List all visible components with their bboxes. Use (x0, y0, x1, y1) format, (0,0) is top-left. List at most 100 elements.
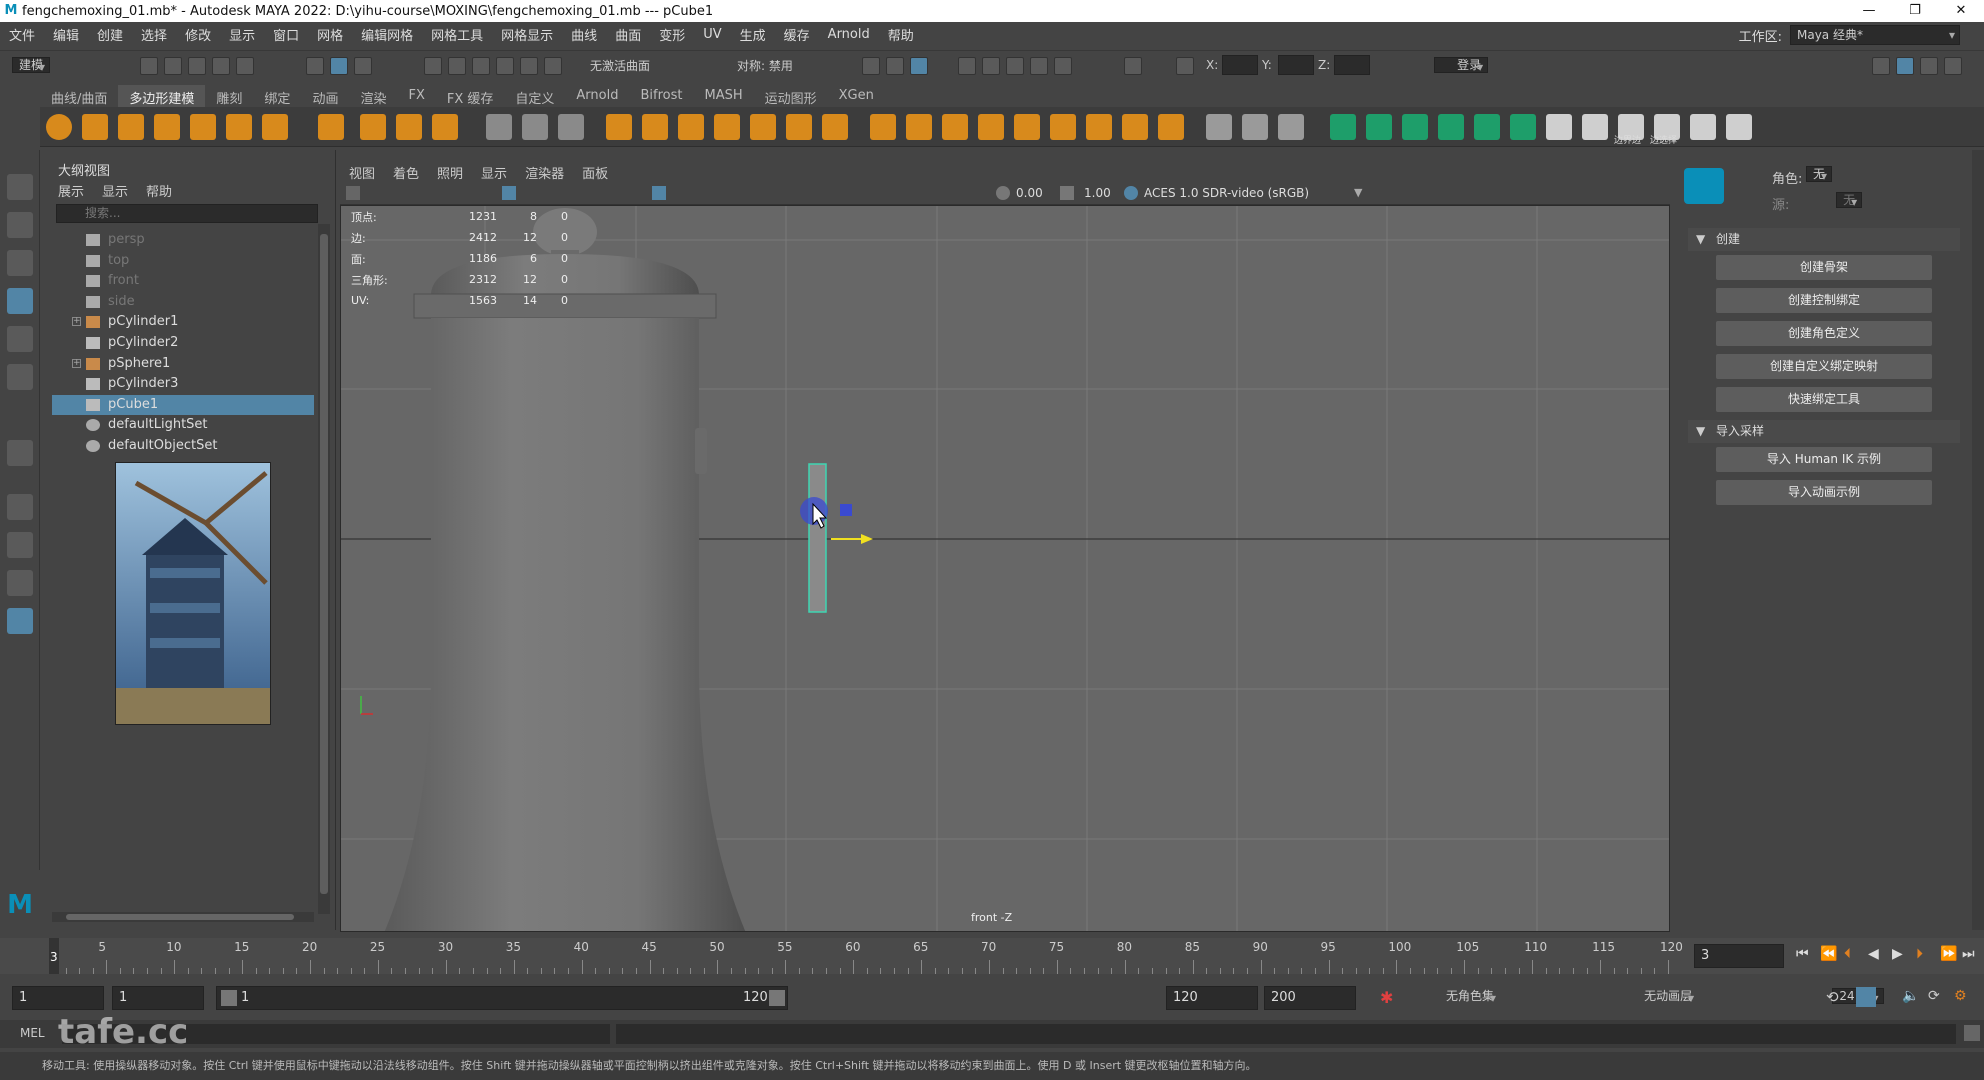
poly-torus-icon[interactable] (190, 114, 216, 140)
new-scene-icon[interactable] (140, 57, 158, 75)
character-set-dropdown[interactable]: 无角色集 (1440, 989, 1501, 1003)
uv-sew-icon[interactable] (1582, 114, 1608, 140)
shelf-tab-fx-cache[interactable]: FX 缓存 (436, 85, 505, 107)
undo-icon[interactable] (212, 57, 230, 75)
fill-hole-icon[interactable] (786, 114, 812, 140)
construction-history-icon[interactable] (862, 57, 880, 75)
shelf-tab-xgen[interactable]: XGen (828, 85, 885, 107)
viewport-menu-show[interactable]: 显示 (472, 161, 516, 183)
script-language-toggle[interactable]: MEL (20, 1026, 45, 1040)
poly-disc-icon[interactable] (262, 114, 288, 140)
section-header[interactable]: 创建 (1688, 228, 1960, 251)
poly-sphere-icon[interactable] (46, 114, 72, 140)
color-space-dropdown[interactable]: ACES 1.0 SDR-video (sRGB) (1144, 186, 1374, 200)
snap-point-icon[interactable] (472, 57, 490, 75)
menu-arnold[interactable]: Arnold (819, 27, 879, 42)
render-view-icon[interactable] (886, 57, 904, 75)
center-pivot-icon[interactable] (558, 114, 584, 140)
shelf-tab-fx[interactable]: FX (397, 85, 435, 107)
x-field[interactable] (1222, 55, 1258, 75)
outliner-item-side[interactable]: side (52, 292, 314, 312)
snap-grid-icon[interactable] (424, 57, 442, 75)
hik-button[interactable]: 导入动画示例 (1716, 480, 1932, 505)
smooth-icon[interactable] (678, 114, 704, 140)
viewport-menu-lighting[interactable]: 照明 (428, 161, 472, 183)
paint-select-icon[interactable] (7, 250, 33, 276)
transform-mode-icon[interactable] (1176, 57, 1194, 75)
menu-modify[interactable]: 修改 (176, 25, 220, 44)
outliner-menu-help[interactable]: 帮助 (146, 181, 172, 200)
poly-cone-icon[interactable] (154, 114, 180, 140)
menu-select[interactable]: 选择 (132, 25, 176, 44)
menu-set-dropdown[interactable]: 建模 (12, 57, 51, 73)
remesh-icon[interactable] (822, 114, 848, 140)
character-dropdown[interactable]: 无 (1806, 166, 1833, 182)
menu-display[interactable]: 显示 (220, 25, 264, 44)
live-surface-field[interactable]: 无激活曲面 (590, 57, 650, 74)
outliner-item-front[interactable]: front (52, 271, 314, 291)
exposure-icon[interactable] (996, 186, 1010, 200)
attribute-editor-icon[interactable] (1896, 57, 1914, 75)
loop-icon[interactable]: ⟲ (1826, 988, 1839, 1006)
outliner-item-persp[interactable]: persp (52, 230, 314, 250)
menu-uv[interactable]: UV (694, 27, 730, 42)
outliner-horizontal-scrollbar[interactable] (52, 912, 314, 922)
start-time-field[interactable]: 1 (12, 986, 104, 1010)
light-editor-icon[interactable] (1030, 57, 1048, 75)
outliner-item-defaultlightset[interactable]: defaultLightSet (52, 415, 314, 435)
merge-icon[interactable] (1086, 114, 1112, 140)
script-editor-icon[interactable] (1964, 1025, 1980, 1041)
freeze-transform-icon[interactable] (1726, 114, 1752, 140)
chamfer-icon[interactable] (1122, 114, 1148, 140)
outliner-item-psphere1[interactable]: + pSphere1 (52, 354, 314, 374)
quad-draw-icon[interactable] (1278, 114, 1304, 140)
four-view-icon[interactable] (7, 532, 33, 558)
circularize-icon[interactable] (1158, 114, 1184, 140)
menu-file[interactable]: 文件 (0, 25, 44, 44)
modeling-toolkit-icon[interactable] (1872, 57, 1890, 75)
go-to-end-icon[interactable]: ⏭ (1962, 946, 1975, 962)
snap-view-icon[interactable] (496, 57, 514, 75)
move-tool-icon[interactable] (7, 288, 33, 314)
side-tab-strip[interactable] (1972, 150, 1984, 930)
range-slider-handle-end[interactable] (769, 990, 785, 1006)
pause-icon[interactable] (1124, 57, 1142, 75)
time-slider[interactable]: 5 10 15 20 25 30 35 40 45 50 55 60 65 70 75 80 85 90 95 100… (0, 938, 1984, 974)
viewport-menu-shading[interactable]: 着色 (384, 161, 428, 183)
lasso-tool-icon[interactable] (7, 212, 33, 238)
menu-edit[interactable]: 编辑 (44, 25, 88, 44)
auto-key-icon[interactable]: ✱ (1380, 988, 1398, 1007)
outliner-search-input[interactable]: 搜索... (56, 204, 318, 223)
play-backwards-icon[interactable]: ◀ (1868, 946, 1879, 962)
menu-help[interactable]: 帮助 (879, 25, 923, 44)
z-field[interactable] (1334, 55, 1370, 75)
snap-surface-icon[interactable] (520, 57, 538, 75)
boolean-icon[interactable] (714, 114, 740, 140)
symmetry-field[interactable]: 对称: 禁用 (737, 57, 793, 74)
select-component-icon[interactable] (354, 57, 372, 75)
menu-mesh-display[interactable]: 网格显示 (492, 25, 562, 44)
render-settings-icon[interactable] (910, 57, 928, 75)
combine-icon[interactable] (606, 114, 632, 140)
shelf-tab-custom[interactable]: 自定义 (504, 85, 565, 107)
uv-editor-icon[interactable] (522, 114, 548, 140)
maximize-button[interactable]: ❐ (1892, 0, 1938, 22)
transfer-attributes-icon[interactable] (1690, 114, 1716, 140)
menu-deform[interactable]: 变形 (650, 25, 694, 44)
step-forward-frame-icon[interactable]: ⏵ (1916, 946, 1923, 962)
step-back-frame-icon[interactable]: ⏴ (1844, 946, 1851, 962)
shelf-tab-curves[interactable]: 曲线/曲面 (40, 85, 118, 107)
grid-toggle-icon[interactable] (502, 186, 516, 200)
cache-playback-icon[interactable] (1856, 987, 1876, 1007)
login-dropdown[interactable]: 登录 (1434, 57, 1489, 73)
playback-end-field[interactable]: 120 (1166, 986, 1258, 1010)
uv-unfold-icon[interactable] (1474, 114, 1500, 140)
anim-layer-dropdown[interactable]: 无动画层 (1638, 989, 1699, 1003)
close-button[interactable]: ✕ (1938, 0, 1984, 22)
animation-preferences-icon[interactable]: ⚙ (1954, 988, 1967, 1004)
mirror-icon[interactable] (486, 114, 512, 140)
chevron-down-icon[interactable]: ▼ (1354, 186, 1362, 199)
separate-icon[interactable] (642, 114, 668, 140)
hik-button[interactable]: 创建骨架 (1716, 255, 1932, 280)
bevel-icon[interactable] (942, 114, 968, 140)
